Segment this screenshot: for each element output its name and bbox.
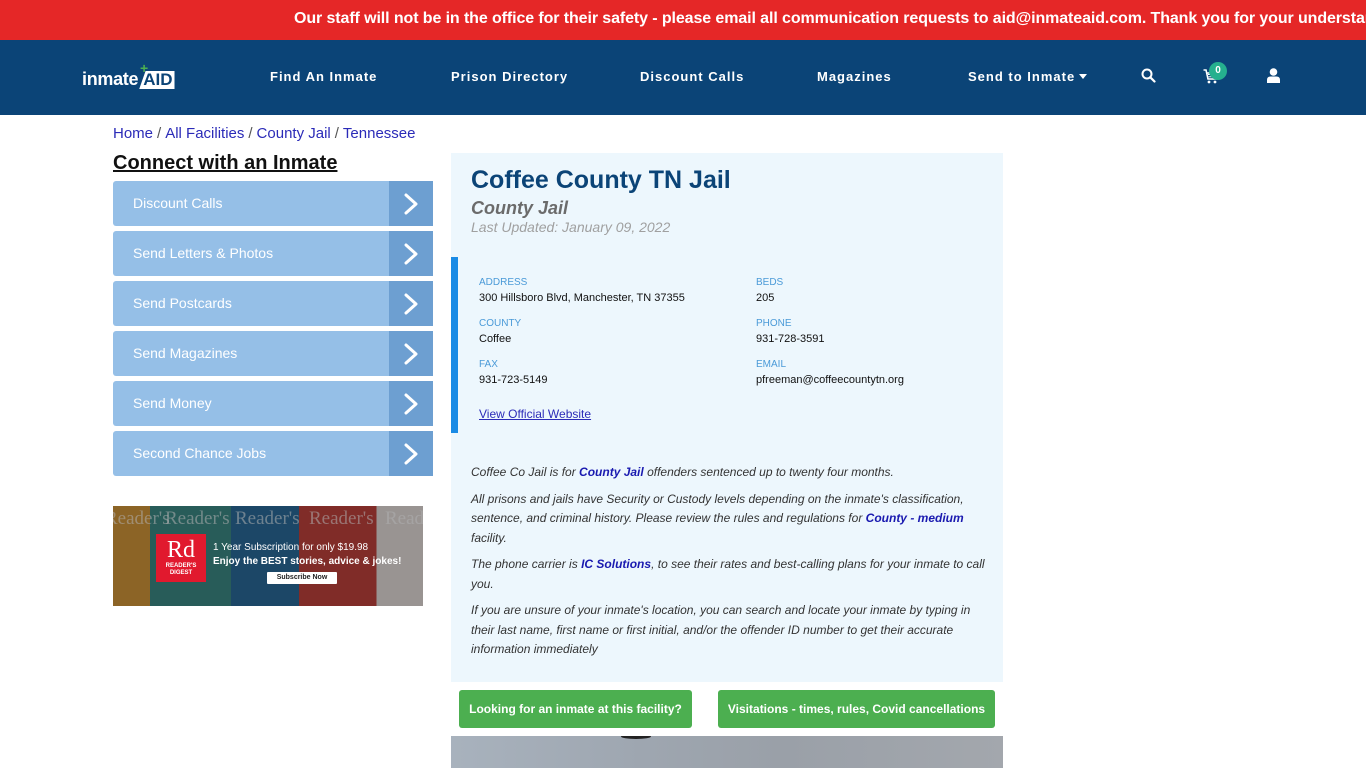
address-value: 300 Hillsboro Blvd, Manchester, TN 37355 [479, 292, 685, 304]
fax-field: FAX 931-723-5149 [479, 359, 548, 387]
breadcrumb-separator: / [248, 125, 253, 142]
description-paragraph: The phone carrier is IC Solutions, to se… [471, 555, 991, 594]
description-paragraph: If you are unsure of your inmate's locat… [471, 603, 971, 656]
chevron-right-icon [389, 431, 433, 476]
visitations-button[interactable]: Visitations - times, rules, Covid cancel… [718, 690, 995, 728]
county-jail-link[interactable]: County Jail [579, 465, 644, 479]
sidebar-discount-calls-button[interactable]: Discount Calls [113, 181, 433, 226]
breadcrumb-all-facilities[interactable]: All Facilities [165, 125, 244, 142]
facility-type: County Jail [471, 198, 569, 218]
sidebar-send-postcards-button[interactable]: Send Postcards [113, 281, 433, 326]
description-text: offenders sentenced up to twenty four mo… [643, 465, 894, 479]
sidebar-button-label: Send Postcards [133, 295, 232, 311]
county-field: COUNTY Coffee [479, 318, 521, 346]
breadcrumb-tennessee[interactable]: Tennessee [343, 125, 416, 142]
breadcrumb-home[interactable]: Home [113, 125, 153, 142]
ic-solutions-link[interactable]: IC Solutions [581, 557, 651, 571]
address-field: ADDRESS 300 Hillsboro Blvd, Manchester, … [479, 277, 685, 305]
site-logo[interactable]: inmate AID + [82, 61, 175, 89]
rd-brand-line2: DIGEST [169, 570, 193, 576]
breadcrumb-separator: / [334, 125, 339, 142]
breadcrumb: Home / All Facilities / County Jail / Tennesse… [113, 125, 415, 142]
logo-text-inmate: inmate [82, 69, 139, 89]
view-official-website-link[interactable]: View Official Website [479, 407, 591, 421]
sidebar-button-label: Send Magazines [133, 345, 238, 361]
email-value: pfreeman@coffeecountytn.org [756, 374, 904, 386]
county-medium-link[interactable]: County - medium [866, 511, 964, 525]
sidebar-send-magazines-button[interactable]: Send Magazines [113, 331, 433, 376]
facility-photo [451, 736, 1003, 768]
chevron-right-icon [389, 381, 433, 426]
description-text: facility. [471, 530, 507, 545]
rd-logo-text: Rd [166, 537, 195, 563]
ad-tagline: Enjoy the BEST stories, advice & jokes! [213, 556, 402, 567]
facility-title: Coffee County TN Jail [471, 166, 731, 194]
beds-field: BEDS 205 [756, 277, 783, 305]
alert-banner: Our staff will not be in the office for … [0, 0, 1366, 40]
photo-detail [621, 736, 651, 739]
description-text: The phone carrier is [471, 557, 582, 571]
sidebar-title[interactable]: Connect with an Inmate [113, 152, 337, 175]
user-icon[interactable] [1267, 68, 1280, 88]
email-field: EMAIL pfreeman@coffeecountytn.org [756, 359, 904, 387]
readers-digest-ad-banner[interactable]: Reader's Reader's Reader's Reader's Read… [113, 506, 423, 606]
description-text: Coffee Co Jail is for [471, 465, 580, 479]
chevron-right-icon [389, 281, 433, 326]
cart-count-badge: 0 [1209, 62, 1227, 80]
readers-digest-logo: Rd READER'S DIGEST [156, 534, 206, 582]
chevron-right-icon [389, 231, 433, 276]
sidebar-button-label: Discount Calls [133, 195, 223, 211]
phone-field: PHONE 931-728-3591 [756, 318, 825, 346]
sidebar-send-letters-photos-button[interactable]: Send Letters & Photos [113, 231, 433, 276]
sidebar-button-label: Second Chance Jobs [133, 445, 267, 461]
search-icon[interactable] [1141, 68, 1156, 88]
main-navbar: inmate AID + Find An Inmate Prison Direc… [0, 40, 1366, 115]
breadcrumb-county-jail[interactable]: County Jail [257, 125, 331, 142]
ad-offer-text: 1 Year Subscription for only $19.98 [213, 542, 369, 553]
fax-value: 931-723-5149 [479, 374, 548, 386]
breadcrumb-separator: / [157, 125, 162, 142]
facility-description: Coffee Co Jail is for County Jail offend… [471, 463, 991, 667]
facility-info-panel: Coffee County TN Jail County Jail Last U… [451, 153, 1003, 682]
email-label: EMAIL [756, 359, 787, 370]
county-label: COUNTY [479, 318, 522, 329]
alert-text: Our staff will not be in the office for … [294, 10, 1366, 27]
description-paragraph: All prisons and jails have Security or C… [471, 490, 991, 549]
beds-label: BEDS [756, 277, 784, 288]
nav-send-to-inmate-label: Send to Inmate [968, 69, 1076, 84]
beds-value: 205 [756, 292, 775, 304]
ad-subscribe-button[interactable]: Subscribe Now [267, 572, 337, 584]
sidebar-second-chance-jobs-button[interactable]: Second Chance Jobs [113, 431, 433, 476]
last-updated: Last Updated: January 09, 2022 [471, 219, 671, 235]
nav-discount-calls[interactable]: Discount Calls [640, 69, 744, 84]
nav-send-to-inmate[interactable]: Send to Inmate [968, 69, 1088, 84]
sidebar-button-label: Send Money [133, 395, 212, 411]
address-label: ADDRESS [479, 277, 528, 288]
phone-value: 931-728-3591 [756, 333, 825, 345]
chevron-right-icon [389, 331, 433, 376]
find-inmate-at-facility-button[interactable]: Looking for an inmate at this facility? [459, 690, 692, 728]
nav-prison-directory[interactable]: Prison Directory [451, 69, 568, 84]
sidebar-send-money-button[interactable]: Send Money [113, 381, 433, 426]
county-value: Coffee [479, 333, 512, 345]
facility-details-box: ADDRESS 300 Hillsboro Blvd, Manchester, … [451, 257, 1003, 433]
phone-label: PHONE [756, 318, 792, 329]
nav-magazines[interactable]: Magazines [817, 69, 892, 84]
caret-down-icon [1079, 74, 1088, 80]
fax-label: FAX [479, 359, 498, 370]
description-paragraph: Coffee Co Jail is for County Jail offend… [471, 463, 991, 483]
nav-find-an-inmate[interactable]: Find An Inmate [270, 69, 377, 84]
rd-brand-line1: READER'S [165, 563, 197, 569]
sidebar-button-label: Send Letters & Photos [133, 245, 274, 261]
logo-plus-icon: + [140, 60, 149, 76]
chevron-right-icon [389, 181, 433, 226]
